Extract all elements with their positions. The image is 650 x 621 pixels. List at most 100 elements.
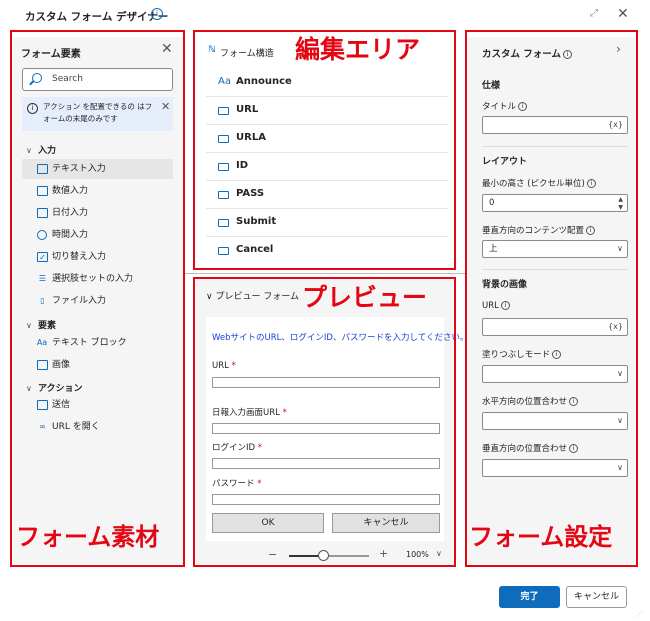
element-image[interactable]: 画像: [22, 355, 173, 375]
cancel-button[interactable]: キャンセル: [566, 586, 627, 608]
stepper-arrows-icon[interactable]: ▲ ▼: [618, 196, 623, 212]
file-icon: ▯: [40, 296, 45, 305]
structure-row[interactable]: Cancel: [206, 238, 448, 265]
preview-form: WebサイトのURL、ログインID、パスワードを入力してください。 URL * …: [206, 317, 468, 541]
element-submit[interactable]: 送信: [22, 395, 173, 415]
form-settings-panel: カスタム フォーム i › 仕様 タイトル i {x} レイアウト 最小の高さ (ピ…: [468, 37, 635, 564]
search-placeholder: Search: [52, 74, 83, 84]
number-input-icon: [37, 186, 48, 196]
report-url-input[interactable]: [212, 423, 440, 434]
chevron-down-icon: ∨: [26, 384, 32, 393]
divider: [482, 146, 628, 147]
info-icon: i: [552, 350, 562, 359]
chevron-down-icon: ∨: [617, 244, 623, 253]
group-input[interactable]: ∨ 入力: [26, 143, 56, 156]
info-icon: i: [586, 179, 596, 188]
expand-icon[interactable]: ⤢: [590, 8, 598, 19]
element-label: 選択肢セットの入力: [52, 274, 134, 284]
form-structure-panel: ℕ フォーム構造 Aa Announce URL URLA ID PASS Sub…: [196, 37, 453, 267]
field-label: タイトル i: [482, 100, 528, 112]
structure-row[interactable]: Aa Announce: [206, 70, 448, 97]
zoom-level: 100%: [406, 550, 429, 559]
preview-panel: ∨ プレビュー フォーム WebサイトのURL、ログインID、パスワードを入力し…: [196, 279, 468, 564]
splitter[interactable]: [184, 273, 465, 274]
calendar-icon: [37, 208, 48, 218]
zoom-in-icon[interactable]: +: [379, 547, 388, 560]
element-file-input[interactable]: ▯ ファイル入力: [22, 291, 173, 311]
url-input[interactable]: [212, 377, 440, 388]
structure-row[interactable]: URL: [206, 98, 448, 125]
group-actions[interactable]: ∨ アクション: [26, 381, 83, 394]
group-label: アクション: [38, 384, 83, 394]
bg-url-input[interactable]: {x}: [482, 318, 628, 336]
element-number-input[interactable]: 数値入力: [22, 181, 173, 201]
v-align-select[interactable]: ∨: [482, 459, 628, 477]
row-label: URL: [236, 104, 259, 115]
field-label: ログインID *: [212, 443, 263, 453]
zoom-slider-thumb[interactable]: [318, 550, 329, 561]
element-choice-set-input[interactable]: ☰ 選択肢セットの入力: [22, 269, 173, 289]
dismiss-icon[interactable]: ✕: [161, 100, 170, 113]
chevron-down-icon: ∨: [617, 416, 623, 425]
structure-row[interactable]: URLA: [206, 126, 448, 153]
search-icon: [32, 73, 42, 83]
cancel-button[interactable]: キャンセル: [332, 513, 440, 533]
text-input-icon: [218, 107, 229, 115]
element-date-input[interactable]: 日付入力: [22, 203, 173, 223]
chevron-down-icon[interactable]: ∨: [436, 549, 442, 558]
element-label: 画像: [52, 360, 71, 370]
field-label: 水平方向の位置合わせ i: [482, 395, 579, 407]
h-align-select[interactable]: ∨: [482, 412, 628, 430]
annotation-form-settings: フォーム設定: [469, 523, 613, 551]
element-label: テキスト ブロック: [52, 338, 127, 348]
element-open-url[interactable]: ∞ URL を開く: [22, 417, 173, 437]
group-label: 入力: [38, 146, 57, 156]
window-title: カスタム フォーム デザイナー: [25, 11, 169, 23]
structure-row[interactable]: Submit: [206, 210, 448, 237]
info-icon[interactable]: i: [151, 8, 163, 20]
structure-row[interactable]: PASS: [206, 182, 448, 209]
title-input[interactable]: {x}: [482, 116, 628, 134]
element-label: 日付入力: [52, 208, 89, 218]
structure-icon: ℕ: [208, 45, 216, 55]
element-toggle-input[interactable]: ✓ 切り替え入力: [22, 247, 173, 267]
element-time-input[interactable]: 時間入力: [22, 225, 173, 245]
field-label: 最小の高さ (ピクセル単位) i: [482, 177, 596, 189]
vertical-align-select[interactable]: 上 ∨: [482, 240, 628, 258]
login-id-input[interactable]: [212, 458, 440, 469]
min-height-stepper[interactable]: 0 ▲ ▼: [482, 194, 628, 212]
element-label: 時間入力: [52, 230, 89, 240]
submit-icon: [218, 247, 229, 255]
chevron-down-icon: ∨: [26, 321, 32, 330]
chevron-down-icon: ∨: [617, 463, 623, 472]
expression-icon[interactable]: {x}: [608, 319, 623, 335]
chevron-right-icon[interactable]: ›: [616, 42, 621, 56]
search-input[interactable]: Search: [22, 68, 173, 91]
section-background: 背景の画像: [482, 280, 528, 290]
fill-mode-select[interactable]: ∨: [482, 365, 628, 383]
element-text-input[interactable]: テキスト入力: [22, 159, 173, 179]
field-label: 垂直方向のコンテンツ配置 i: [482, 224, 596, 236]
zoom-out-icon[interactable]: −: [268, 548, 277, 561]
resize-grip-icon[interactable]: ⋰: [636, 610, 643, 618]
group-elements[interactable]: ∨ 要素: [26, 318, 56, 331]
info-icon: i: [518, 102, 528, 111]
preview-header[interactable]: ∨ プレビュー フォーム: [206, 289, 299, 302]
preview-title: プレビュー フォーム: [215, 292, 300, 302]
checkbox-icon: ✓: [37, 252, 48, 262]
title-bar: カスタム フォーム デザイナー i ⤢ ✕: [0, 0, 650, 32]
row-label: Submit: [236, 216, 277, 227]
expression-icon[interactable]: {x}: [608, 117, 623, 133]
ok-button[interactable]: OK: [212, 513, 324, 533]
done-button[interactable]: 完了: [499, 586, 560, 608]
password-input[interactable]: [212, 494, 440, 505]
text-block-icon: Aa: [36, 338, 48, 347]
close-icon[interactable]: ✕: [617, 6, 629, 22]
element-text-block[interactable]: Aa テキスト ブロック: [22, 333, 173, 353]
structure-row[interactable]: ID: [206, 154, 448, 181]
list-icon: ☰: [38, 274, 47, 283]
form-description: WebサイトのURL、ログインID、パスワードを入力してください。: [212, 333, 469, 343]
info-icon: i: [569, 444, 579, 453]
close-icon[interactable]: ✕: [161, 41, 173, 57]
panel-title: フォーム構造: [220, 49, 274, 59]
